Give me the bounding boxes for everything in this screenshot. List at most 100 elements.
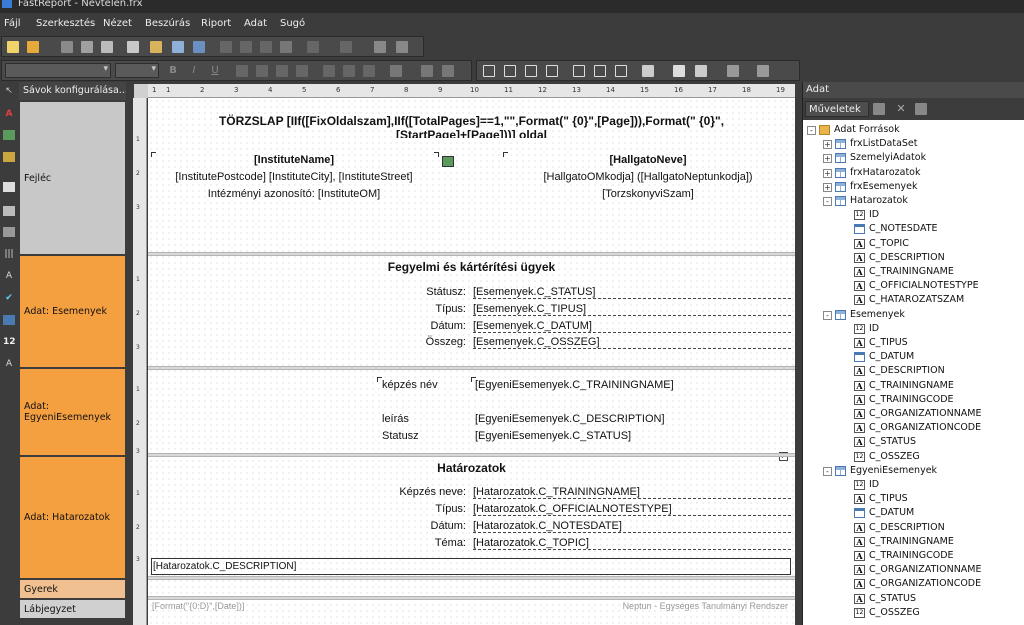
tree-node-label[interactable]: SzemelyiAdatok [850, 151, 926, 165]
events-amount-label[interactable]: Összeg: [348, 336, 466, 348]
valign-top-icon[interactable] [323, 65, 335, 77]
new-dialog-icon[interactable] [150, 41, 162, 53]
decisions-topic-field[interactable]: [Hatarozatok.C_TOPIC] [473, 537, 791, 550]
fill-color-icon[interactable] [642, 65, 654, 77]
border-right-icon[interactable] [546, 65, 558, 77]
tree-node-label[interactable]: C_ORGANIZATIONNAME [869, 407, 982, 421]
student-codes-field[interactable]: [HallgatoOMkodja] ([HallgatoNeptunkodja]… [505, 171, 791, 183]
tree-node-label[interactable]: C_TRAININGNAME [869, 535, 954, 549]
institute-id-field[interactable]: Intézményi azonosító: [InstituteOM] [151, 188, 437, 200]
richtext-object-icon[interactable]: A [3, 271, 15, 281]
table-object-icon[interactable] [3, 206, 15, 216]
line-color-icon[interactable] [695, 65, 707, 77]
tree-node-label[interactable]: Hatarozatok [850, 194, 908, 208]
bold-icon[interactable]: B [167, 65, 179, 77]
new-page-icon[interactable] [127, 41, 139, 53]
tree-node-label[interactable]: C_DESCRIPTION [869, 364, 945, 378]
open-icon[interactable] [27, 41, 39, 53]
tree-node-label[interactable]: C_DATUM [869, 506, 914, 520]
valign-bottom-icon[interactable] [363, 65, 375, 77]
events-status-field[interactable]: [Esemenyek.C_STATUS] [473, 286, 791, 299]
valign-middle-icon[interactable] [343, 65, 355, 77]
individual-desc-field[interactable]: [EgyeniEsemenyek.C_DESCRIPTION] [475, 413, 665, 425]
decisions-type-field[interactable]: [Hatarozatok.C_OFFICIALNOTESTYPE] [473, 503, 791, 516]
events-date-label[interactable]: Dátum: [348, 320, 466, 332]
events-status-label[interactable]: Státusz: [348, 286, 466, 298]
tree-node-label[interactable]: C_TRAININGCODE [869, 393, 954, 407]
tree-node-label[interactable]: C_STATUS [869, 592, 916, 606]
tree-node-label[interactable]: C_TRAININGCODE [869, 549, 954, 563]
menu-file[interactable]: Fájl [4, 18, 21, 29]
redo-icon[interactable] [340, 41, 352, 53]
tree-node-label[interactable]: C_ORGANIZATIONNAME [869, 563, 982, 577]
band-label-header[interactable]: Fejléc [20, 102, 125, 254]
institute-address-field[interactable]: [InstitutePostcode] [InstituteCity], [In… [151, 171, 437, 183]
line-style-icon[interactable] [757, 65, 769, 77]
copy-icon[interactable] [240, 41, 252, 53]
undo-icon[interactable] [307, 41, 319, 53]
chart-object-icon[interactable] [3, 315, 15, 325]
band-label-decisions[interactable]: Adat: Hatarozatok [20, 457, 125, 578]
border-left-icon[interactable] [525, 65, 537, 77]
events-date-field[interactable]: [Esemenyek.C_DATUM] [473, 320, 791, 333]
tree-node-label[interactable]: C_OSSZEG [869, 606, 920, 620]
tree-expander[interactable]: - [823, 466, 832, 476]
band-label-child[interactable]: Gyerek [20, 580, 125, 598]
band-label-events[interactable]: Adat: Esemenyek [20, 256, 125, 367]
delete-icon[interactable]: ✕ [895, 103, 907, 115]
page-setup-icon[interactable] [172, 41, 184, 53]
zip-code-icon[interactable]: A [3, 359, 15, 369]
decisions-training-field[interactable]: [Hatarozatok.C_TRAININGNAME] [473, 486, 791, 499]
number-format-icon[interactable]: 12 [3, 337, 16, 347]
tree-node-label[interactable]: C_DATUM [869, 350, 914, 364]
report-title-expression[interactable]: TÖRZSLAP [IIf([FixOldalszam],IIf([TotalP… [148, 115, 795, 127]
select-tool-icon[interactable]: ↖ [3, 86, 15, 96]
preview-icon[interactable] [101, 41, 113, 53]
decisions-date-field[interactable]: [Hatarozatok.C_NOTESDATE] [473, 520, 791, 533]
text-object-icon[interactable]: A [3, 109, 15, 119]
cut-icon[interactable] [220, 41, 232, 53]
font-size-dropdown[interactable] [115, 63, 159, 78]
tree-node-label[interactable]: frxEsemenyek [850, 180, 918, 194]
data-icon[interactable] [193, 41, 205, 53]
tree-expander[interactable]: - [823, 310, 832, 320]
new-report-icon[interactable] [7, 41, 19, 53]
border-bottom-icon[interactable] [504, 65, 516, 77]
tree-node-label[interactable]: Adat Források [834, 123, 900, 137]
shadow-icon[interactable] [615, 65, 627, 77]
font-name-dropdown[interactable] [5, 63, 111, 78]
decisions-topic-label[interactable]: Téma: [298, 537, 466, 549]
menu-edit[interactable]: Szerkesztés [36, 18, 95, 29]
decisions-date-label[interactable]: Dátum: [298, 520, 466, 532]
footer-system-name[interactable]: Neptun - Egységes Tanulmányi Rendszer [488, 601, 788, 611]
actions-dropdown[interactable]: Műveletek ▾ [805, 101, 869, 131]
tree-node-label[interactable]: frxListDataSet [850, 137, 918, 151]
underline-icon[interactable]: U [209, 65, 221, 77]
decisions-type-label[interactable]: Típus: [298, 503, 466, 515]
band-object-icon[interactable] [3, 152, 15, 162]
menu-view[interactable]: Nézet [103, 18, 132, 29]
individual-training-label[interactable]: képzés név [382, 379, 438, 391]
institute-name-field[interactable]: [InstituteName] [151, 154, 437, 166]
student-name-field[interactable]: [HallgatoNeve] [505, 154, 791, 166]
save-all-icon[interactable] [81, 41, 93, 53]
picture-object-icon[interactable] [3, 130, 15, 140]
menu-report[interactable]: Riport [201, 18, 231, 29]
tree-node-label[interactable]: C_ORGANIZATIONCODE [869, 421, 981, 435]
tree-node-label[interactable]: C_DESCRIPTION [869, 251, 945, 265]
tree-node-label[interactable]: frxHatarozatok [850, 166, 921, 180]
tree-node-label[interactable]: C_TRAININGNAME [869, 379, 954, 393]
fill-props-icon[interactable] [673, 65, 685, 77]
tree-node-label[interactable]: C_STATUS [869, 435, 916, 449]
decisions-title[interactable]: Határozatok [148, 461, 795, 475]
tree-node-label[interactable]: ID [869, 478, 879, 492]
band-label-footer[interactable]: Lábjegyzet [20, 600, 125, 618]
group-icon[interactable] [374, 41, 386, 53]
report-title-expression-line2[interactable]: [StartPage]+[Page]))] oldal [148, 129, 795, 138]
tree-expander[interactable]: - [823, 197, 832, 206]
child-description-field[interactable]: [Hatarozatok.C_DESCRIPTION] [151, 558, 791, 575]
individual-desc-label[interactable]: leírás [382, 413, 409, 425]
picture-object-icon[interactable] [442, 156, 454, 167]
tree-node-label[interactable]: C_TIPUS [869, 336, 908, 350]
tree-node-label[interactable]: ID [869, 208, 879, 222]
